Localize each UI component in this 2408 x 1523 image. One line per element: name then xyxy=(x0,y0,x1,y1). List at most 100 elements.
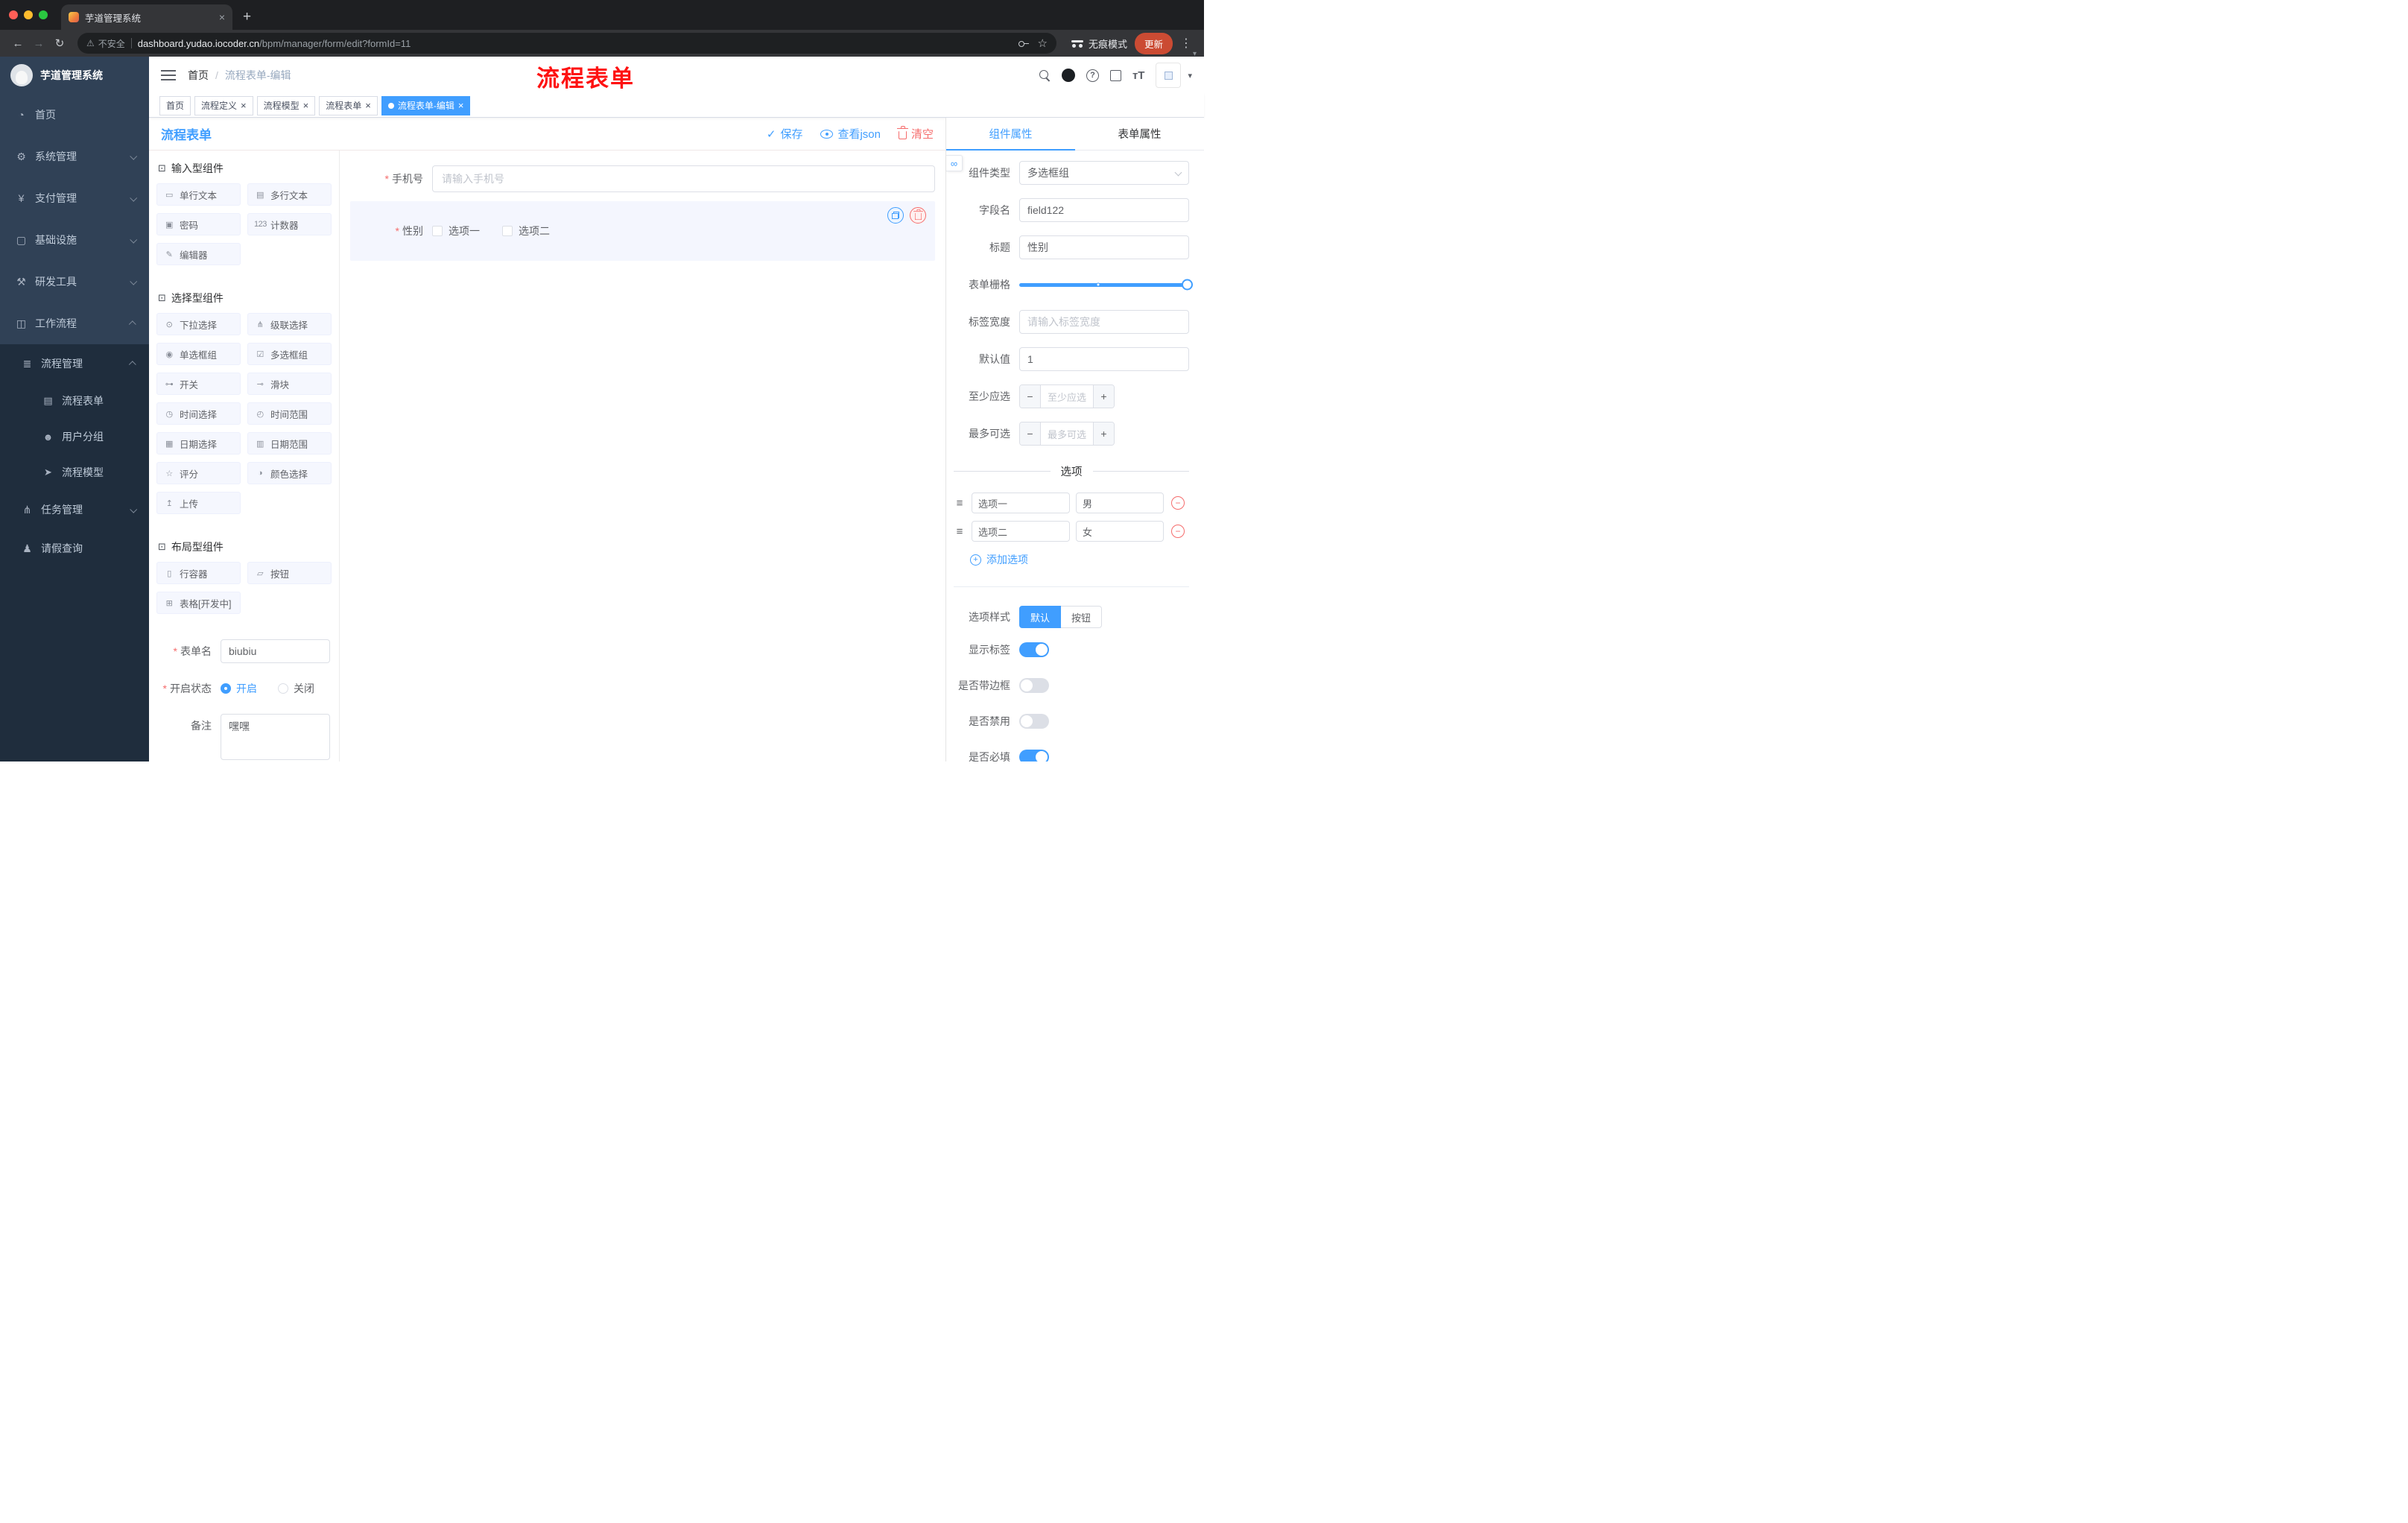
drag-icon[interactable]: ≡ xyxy=(954,497,966,510)
phone-input[interactable] xyxy=(432,165,935,192)
option-1-name-input[interactable] xyxy=(972,493,1070,513)
status-on-radio[interactable]: 开启 xyxy=(221,681,257,696)
address-bar[interactable]: ⚠ 不安全 dashboard.yudao.iocoder.cn /bpm/ma… xyxy=(77,33,1056,54)
palette-item-color-picker[interactable]: ◑ 颜色选择 xyxy=(247,462,332,484)
menu-dots-icon[interactable]: ⋮ xyxy=(1180,36,1192,51)
update-button[interactable]: 更新 xyxy=(1134,32,1173,54)
plus-icon[interactable]: + xyxy=(243,10,251,24)
palette-item-select[interactable]: ⊙ 下拉选择 xyxy=(156,313,241,335)
palette-item-upload[interactable]: ↥ 上传 xyxy=(156,492,241,514)
tag-process-form-edit[interactable]: 流程表单-编辑 × xyxy=(381,95,471,115)
palette-item-checkbox-group[interactable]: ☑ 多选框组 xyxy=(247,343,332,365)
palette-item-button[interactable]: ▱ 按钮 xyxy=(247,562,332,584)
palette-item-date-range[interactable]: ▥ 日期范围 xyxy=(247,432,332,455)
close-icon[interactable]: × xyxy=(303,101,309,110)
password-key-icon[interactable] xyxy=(1018,37,1030,49)
sidebar-item-infra[interactable]: ▢ 基础设施 xyxy=(0,219,149,261)
avatar[interactable] xyxy=(1156,63,1182,88)
form-name-input[interactable] xyxy=(221,639,330,663)
close-icon[interactable]: × xyxy=(458,101,464,110)
sidebar-item-home[interactable]: ◔ 首页 xyxy=(0,94,149,136)
view-json-button[interactable]: 查看json xyxy=(820,126,881,142)
forward-icon[interactable]: → xyxy=(28,33,49,54)
canvas-field-gender-selected[interactable]: 性别 选项一 选项二 xyxy=(350,201,935,261)
show-label-switch[interactable] xyxy=(1019,642,1049,657)
palette-item-rate[interactable]: ☆ 评分 xyxy=(156,462,241,484)
sidebar-item-leave-query[interactable]: ♟ 请假查询 xyxy=(0,529,149,568)
plus-icon[interactable]: + xyxy=(1093,385,1114,408)
palette-item-table[interactable]: ⊞ 表格[开发中] xyxy=(156,592,241,614)
close-window-button[interactable] xyxy=(9,10,18,19)
max-select-stepper[interactable]: − 最多可选 + xyxy=(1019,422,1115,446)
fontsize-button[interactable]: тT xyxy=(1132,69,1145,82)
min-select-stepper[interactable]: − 至少应选 + xyxy=(1019,384,1115,408)
tag-process-form[interactable]: 流程表单 × xyxy=(319,95,378,115)
browser-tab[interactable]: 芋道管理系统 × xyxy=(61,4,232,30)
form-remark-textarea[interactable]: 嘿嘿 xyxy=(221,714,330,760)
sidebar-item-system[interactable]: ⚙ 系统管理 xyxy=(0,136,149,177)
style-button-button[interactable]: 按钮 xyxy=(1061,606,1103,628)
link-icon[interactable]: ∞ xyxy=(946,155,963,171)
close-icon[interactable]: × xyxy=(219,12,225,22)
title-input[interactable] xyxy=(1019,235,1189,259)
tag-process-definition[interactable]: 流程定义 × xyxy=(194,95,253,115)
sidebar-item-task-manage[interactable]: ⋔ 任务管理 xyxy=(0,490,149,529)
sidebar-item-process-manage[interactable]: ≣ 流程管理 xyxy=(0,344,149,383)
sidebar-item-workflow[interactable]: ◫ 工作流程 xyxy=(0,303,149,344)
default-value-input[interactable] xyxy=(1019,347,1189,371)
tag-process-model[interactable]: 流程模型 × xyxy=(256,95,316,115)
tab-component-props[interactable]: 组件属性 xyxy=(946,118,1075,151)
github-button[interactable] xyxy=(1061,69,1075,82)
palette-item-editor[interactable]: ✎ 编辑器 xyxy=(156,243,241,265)
label-width-input[interactable] xyxy=(1019,310,1189,334)
help-button[interactable] xyxy=(1086,69,1099,82)
minus-icon[interactable]: − xyxy=(1020,422,1041,445)
close-icon[interactable]: × xyxy=(241,101,247,110)
palette-item-password[interactable]: ▣ 密码 xyxy=(156,213,241,235)
minimize-window-button[interactable] xyxy=(24,10,33,19)
palette-item-row-container[interactable]: ▯ 行容器 xyxy=(156,562,241,584)
grid-slider[interactable] xyxy=(1019,279,1193,291)
minus-icon[interactable]: − xyxy=(1171,525,1185,538)
reload-icon[interactable]: ↻ xyxy=(49,33,70,54)
caret-down-icon[interactable]: ▾ xyxy=(1188,71,1192,80)
gender-option-1-checkbox[interactable]: 选项一 xyxy=(432,224,480,238)
clear-button[interactable]: 清空 xyxy=(896,126,934,142)
option-2-value-input[interactable] xyxy=(1076,521,1164,542)
component-type-select[interactable] xyxy=(1019,161,1189,185)
disabled-switch[interactable] xyxy=(1019,714,1049,729)
style-default-button[interactable]: 默认 xyxy=(1019,606,1062,628)
palette-item-slider[interactable]: ⊸ 滑块 xyxy=(247,373,332,395)
fullscreen-button[interactable] xyxy=(1109,69,1121,81)
status-off-radio[interactable]: 关闭 xyxy=(278,681,314,696)
palette-item-single-text[interactable]: ▭ 单行文本 xyxy=(156,183,241,206)
palette-item-multi-text[interactable]: ▤ 多行文本 xyxy=(247,183,332,206)
required-switch[interactable] xyxy=(1019,750,1049,762)
copy-field-button[interactable] xyxy=(887,207,904,224)
back-icon[interactable]: ← xyxy=(7,33,28,54)
zoom-window-button[interactable] xyxy=(39,10,48,19)
gender-option-2-checkbox[interactable]: 选项二 xyxy=(502,224,550,238)
search-button[interactable] xyxy=(1039,69,1051,81)
add-option-button[interactable]: + 添加选项 xyxy=(970,552,1189,567)
slider-handle[interactable] xyxy=(1182,279,1193,291)
palette-item-counter[interactable]: 123 计数器 xyxy=(247,213,332,235)
palette-item-cascader[interactable]: ⋔ 级联选择 xyxy=(247,313,332,335)
security-status[interactable]: ⚠ 不安全 xyxy=(86,37,125,50)
canvas-field-phone[interactable]: 手机号 xyxy=(350,165,935,192)
breadcrumb-home[interactable]: 首页 xyxy=(188,68,209,83)
drag-icon[interactable]: ≡ xyxy=(954,525,966,538)
sidebar-item-process-model[interactable]: ➤ 流程模型 xyxy=(0,455,149,490)
palette-item-date-picker[interactable]: ▦ 日期选择 xyxy=(156,432,241,455)
palette-item-time-picker[interactable]: ◷ 时间选择 xyxy=(156,402,241,425)
hamburger-icon[interactable] xyxy=(161,70,176,80)
star-icon[interactable]: ☆ xyxy=(1038,37,1048,50)
sidebar-item-payment[interactable]: ¥ 支付管理 xyxy=(0,177,149,219)
component-type-value[interactable] xyxy=(1019,161,1189,185)
sidebar-item-process-form[interactable]: ▤ 流程表单 xyxy=(0,383,149,419)
save-button[interactable]: ✓ 保存 xyxy=(767,126,803,142)
sidebar-item-devtools[interactable]: ⚒ 研发工具 xyxy=(0,261,149,303)
with-border-switch[interactable] xyxy=(1019,678,1049,693)
option-1-value-input[interactable] xyxy=(1076,493,1164,513)
tag-home[interactable]: 首页 xyxy=(159,95,191,115)
